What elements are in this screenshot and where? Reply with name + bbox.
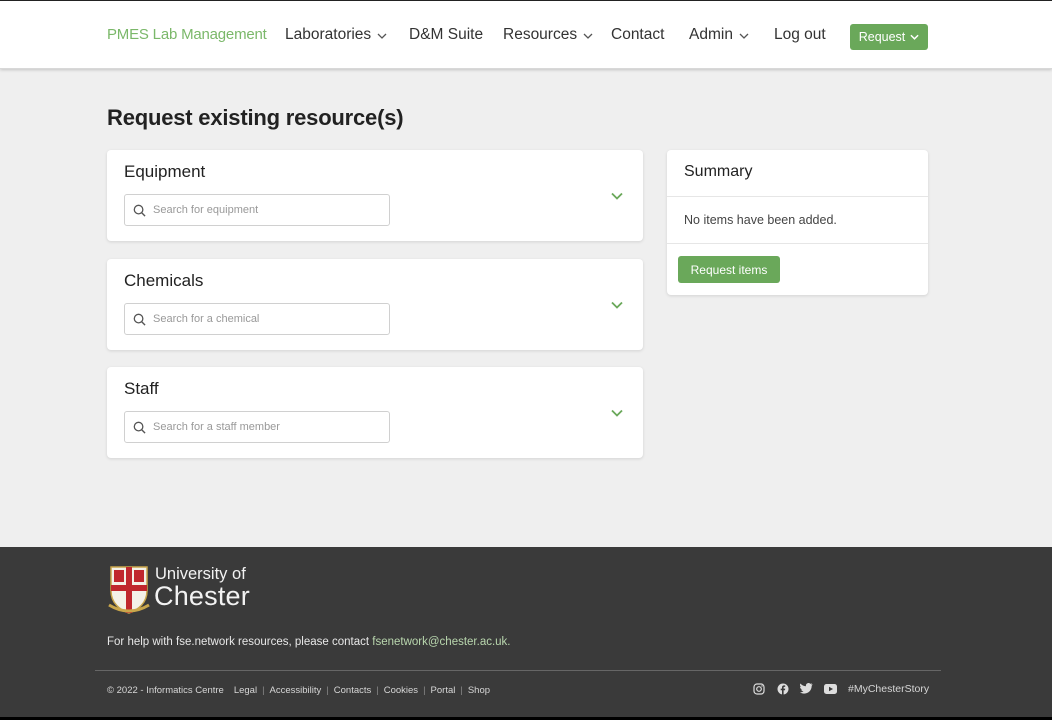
footer-links: © 2022 - Informatics Centre Legal | Acce…: [107, 685, 490, 696]
separator: |: [262, 685, 265, 696]
footer-link-contacts[interactable]: Contacts: [334, 685, 372, 696]
university-logo[interactable]: University of Chester: [107, 565, 267, 617]
footer-link-accessibility[interactable]: Accessibility: [270, 685, 322, 696]
brand-link[interactable]: PMES Lab Management: [107, 26, 267, 43]
staff-search-input[interactable]: [153, 421, 373, 433]
search-icon: [125, 195, 153, 225]
expand-chevron-icon[interactable]: [609, 188, 625, 204]
chevron-down-icon: [583, 31, 593, 42]
separator: |: [423, 685, 426, 696]
chevron-down-icon: [377, 31, 387, 42]
app-frame: PMES Lab Management Laboratories D&M Sui…: [0, 0, 1052, 717]
nav-contact[interactable]: Contact: [611, 26, 664, 44]
chemicals-card: Chemicals: [107, 259, 643, 350]
expand-chevron-icon[interactable]: [609, 405, 625, 421]
chemicals-search: [124, 303, 390, 335]
card-title: Staff: [124, 379, 159, 398]
facebook-icon[interactable]: [776, 682, 789, 695]
search-icon: [125, 412, 153, 442]
help-text: For help with fse.network resources, ple…: [107, 636, 511, 648]
nav-label: Contact: [611, 26, 665, 43]
footer-link-portal[interactable]: Portal: [431, 685, 456, 696]
equipment-search-input[interactable]: [153, 204, 373, 216]
social-links: #MyChesterStory: [752, 682, 929, 695]
chemicals-search-input[interactable]: [153, 313, 373, 325]
summary-title: Summary: [684, 163, 753, 180]
footer: University of Chester For help with fse.…: [0, 547, 1052, 717]
chevron-down-icon: [739, 31, 749, 42]
equipment-search: [124, 194, 390, 226]
nav-laboratories[interactable]: Laboratories: [285, 26, 387, 44]
separator: |: [326, 685, 329, 696]
help-message: For help with fse.network resources, ple…: [107, 636, 373, 648]
request-items-button[interactable]: Request items: [678, 256, 780, 283]
nav-label: D&M Suite: [409, 26, 484, 43]
nav-admin[interactable]: Admin: [689, 26, 749, 44]
nav-label: Resources: [503, 26, 578, 43]
divider: [667, 243, 928, 244]
help-email-link[interactable]: fsenetwork@chester.ac.uk.: [372, 636, 510, 648]
nav-logout[interactable]: Log out: [774, 26, 826, 44]
summary-empty-text: No items have been added.: [684, 213, 837, 227]
nav-dm-suite[interactable]: D&M Suite: [409, 26, 483, 44]
divider: [667, 196, 928, 197]
staff-search: [124, 411, 390, 443]
copyright: © 2022 - Informatics Centre: [107, 685, 224, 696]
top-navbar: PMES Lab Management Laboratories D&M Sui…: [0, 1, 1052, 69]
nav-label: Admin: [689, 26, 733, 43]
crest-icon: [108, 566, 150, 614]
instagram-icon[interactable]: [752, 682, 765, 695]
twitter-icon[interactable]: [800, 682, 813, 695]
request-dropdown-button[interactable]: Request: [850, 24, 928, 50]
page-title: Request existing resource(s): [107, 105, 404, 130]
expand-chevron-icon[interactable]: [609, 297, 625, 313]
logo-line-2: Chester: [154, 581, 250, 611]
summary-card: Summary No items have been added. Reques…: [667, 150, 928, 295]
nav-label: Laboratories: [285, 26, 372, 43]
search-icon: [125, 304, 153, 334]
card-title: Equipment: [124, 162, 206, 181]
separator: |: [460, 685, 463, 696]
nav-label: Log out: [774, 26, 826, 43]
request-button-label: Request: [858, 30, 906, 44]
nav-resources[interactable]: Resources: [503, 26, 593, 44]
separator: |: [376, 685, 379, 696]
footer-link-cookies[interactable]: Cookies: [384, 685, 418, 696]
footer-divider: [95, 670, 941, 671]
hashtag-link[interactable]: #MyChesterStory: [848, 683, 929, 695]
equipment-card: Equipment: [107, 150, 643, 241]
staff-card: Staff: [107, 367, 643, 458]
footer-link-shop[interactable]: Shop: [468, 685, 490, 696]
card-title: Chemicals: [124, 271, 204, 290]
footer-link-legal[interactable]: Legal: [234, 685, 257, 696]
chevron-down-icon: [910, 32, 919, 42]
youtube-icon[interactable]: [824, 682, 837, 695]
